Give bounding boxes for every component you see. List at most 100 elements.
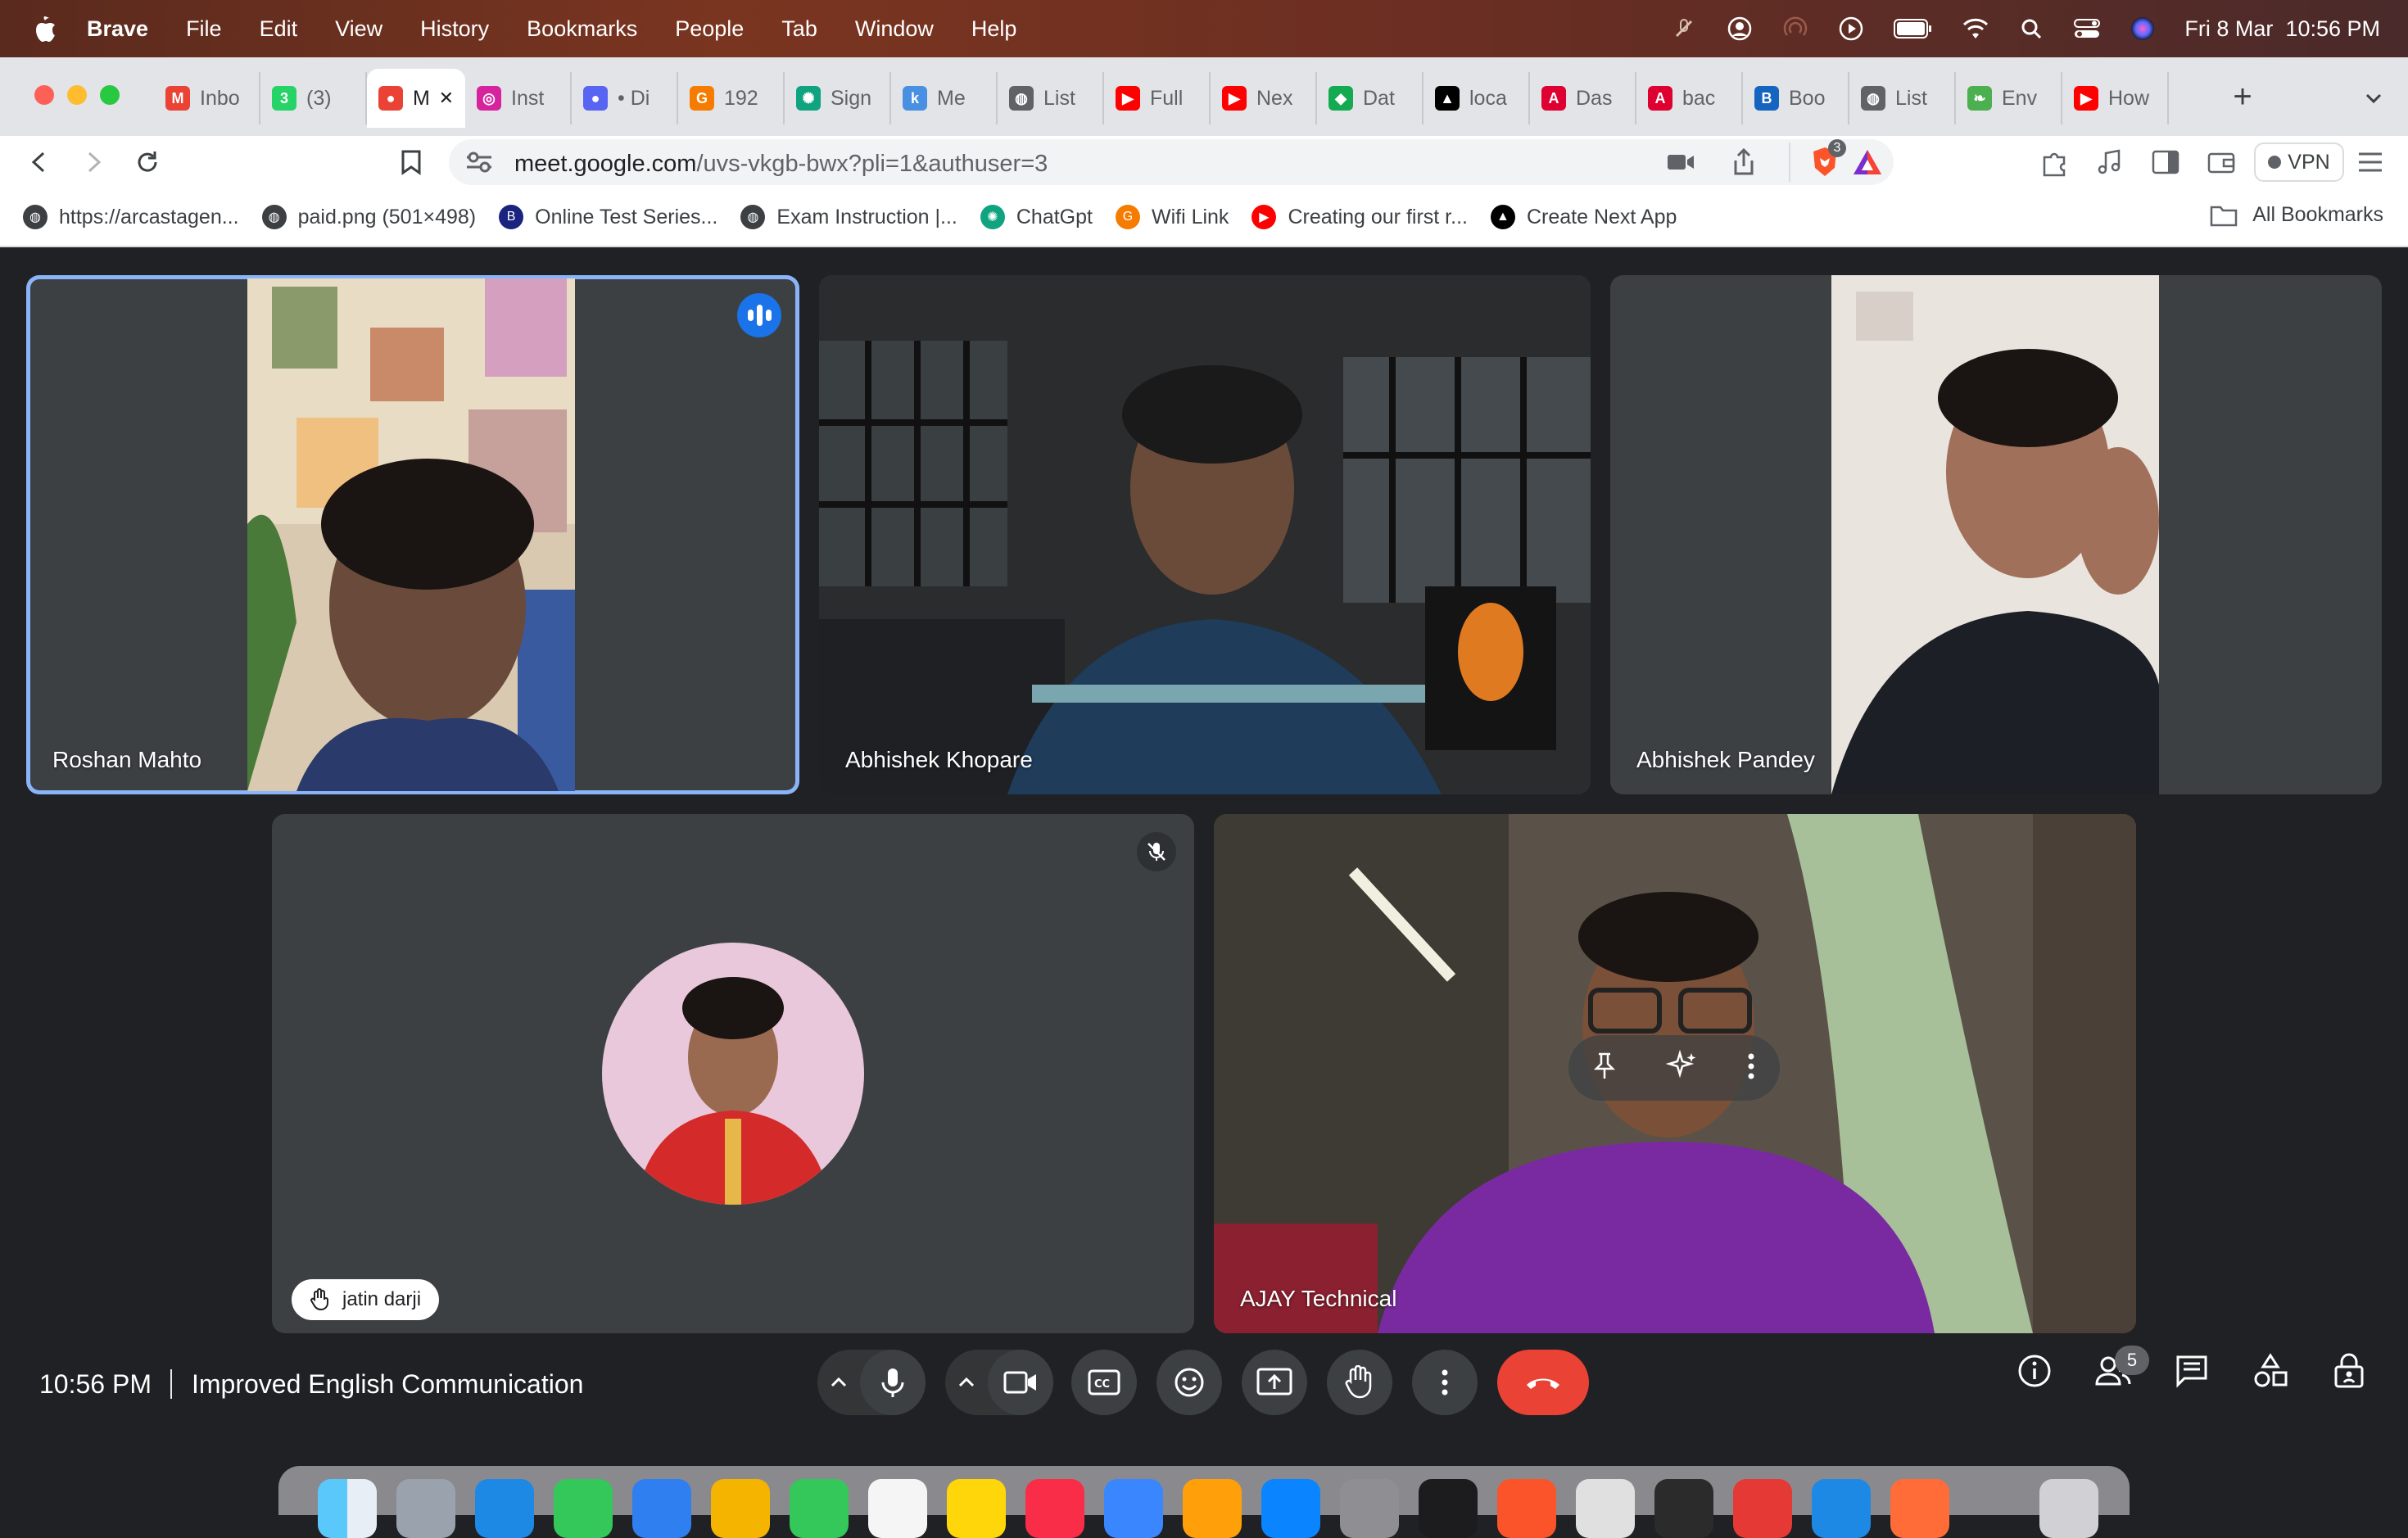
present-screen-button[interactable]: [1242, 1350, 1307, 1415]
tab-1[interactable]: 3 (3): [260, 72, 367, 124]
participant-tile-abhishek-pandey[interactable]: Abhishek Pandey: [1610, 275, 2382, 794]
visual-effects-icon[interactable]: [1665, 1049, 1698, 1087]
raise-hand-button[interactable]: [1327, 1350, 1392, 1415]
participant-tile-jatin-darji[interactable]: jatin darji: [272, 814, 1194, 1333]
tab-14[interactable]: Abac: [1636, 72, 1743, 124]
dock-app-calendar[interactable]: [868, 1479, 927, 1538]
tab-5[interactable]: G 192: [678, 72, 785, 124]
dock-app-mail[interactable]: [632, 1479, 691, 1538]
reactions-button[interactable]: [1156, 1350, 1222, 1415]
bookmark-item[interactable]: B Online Test Series...: [499, 205, 717, 229]
dock-app-notes[interactable]: [947, 1479, 1006, 1538]
more-options-button[interactable]: [1412, 1350, 1478, 1415]
bookmark-item[interactable]: ✺ ChatGpt: [980, 205, 1093, 229]
wifi-icon[interactable]: [1962, 15, 1989, 43]
menu-file[interactable]: File: [186, 16, 222, 42]
back-icon[interactable]: [21, 144, 57, 180]
control-center-icon[interactable]: [2073, 15, 2101, 43]
menu-edit[interactable]: Edit: [260, 16, 298, 42]
captions-button[interactable]: CC: [1071, 1350, 1137, 1415]
close-tab-icon[interactable]: ✕: [439, 88, 454, 109]
brave-rewards-icon[interactable]: [1851, 147, 1884, 181]
dock-app-vscode-blue[interactable]: [1812, 1479, 1871, 1538]
activities-icon[interactable]: [2251, 1351, 2290, 1391]
more-options-icon[interactable]: [1746, 1052, 1756, 1085]
menu-bookmarks[interactable]: Bookmarks: [527, 16, 637, 42]
dock-app-messages[interactable]: [554, 1479, 613, 1538]
dock-app-opera[interactable]: [1733, 1479, 1792, 1538]
tab-2[interactable]: ● M ✕: [367, 69, 465, 128]
main-menu-icon[interactable]: [2352, 144, 2388, 180]
bookmark-item[interactable]: G Wifi Link: [1115, 205, 1229, 229]
tab-10[interactable]: ▶ Nex: [1211, 72, 1317, 124]
microphone-button[interactable]: [860, 1350, 926, 1415]
participant-tile-ajay-technical[interactable]: AJAY Technical: [1214, 814, 2136, 1333]
tab-8[interactable]: ◍ List: [998, 72, 1104, 124]
tab-12[interactable]: ▲ loca: [1424, 72, 1530, 124]
share-icon[interactable]: [1731, 147, 1756, 181]
dock-app-facetime[interactable]: [790, 1479, 849, 1538]
apple-logo-icon[interactable]: [29, 13, 59, 44]
bookmark-star-icon[interactable]: [393, 144, 429, 180]
window-zoom-button[interactable]: [100, 85, 120, 105]
dock-app-keynote[interactable]: [1104, 1479, 1163, 1538]
tab-6[interactable]: ✺ Sign: [785, 72, 891, 124]
bookmark-item[interactable]: ◍ https://arcastagen...: [23, 205, 239, 229]
address-bar[interactable]: meet.google.com/uvs-vkgb-bwx?pli=1&authu…: [449, 139, 1894, 185]
tab-15[interactable]: B Boo: [1743, 72, 1849, 124]
tab-18[interactable]: ▶ How: [2062, 72, 2169, 124]
bookmark-item[interactable]: ◍ Exam Instruction |...: [740, 205, 957, 229]
mic-off-status-icon[interactable]: [1670, 15, 1698, 43]
dock-app-vscode[interactable]: [1654, 1479, 1713, 1538]
new-tab-button[interactable]: +: [2225, 79, 2261, 115]
menu-tab[interactable]: Tab: [781, 16, 817, 42]
dock-app-safari[interactable]: [475, 1479, 534, 1538]
dock-app-pages[interactable]: [1183, 1479, 1242, 1538]
forward-icon[interactable]: [75, 144, 111, 180]
media-icon[interactable]: [2092, 144, 2128, 180]
vpn-button[interactable]: VPN: [2254, 142, 2344, 182]
dock-app-trash[interactable]: [2039, 1479, 2098, 1538]
tab-3[interactable]: ◎ Inst: [465, 72, 572, 124]
wallet-icon[interactable]: [2203, 144, 2239, 180]
chat-icon[interactable]: [2172, 1351, 2211, 1391]
bookmark-item[interactable]: ▶ Creating our first r...: [1252, 205, 1468, 229]
dock-app-terminal[interactable]: [1419, 1479, 1478, 1538]
tab-17[interactable]: ❧ Env: [1956, 72, 2062, 124]
menu-history[interactable]: History: [420, 16, 489, 42]
tab-9[interactable]: ▶ Full: [1104, 72, 1211, 124]
host-controls-icon[interactable]: [2329, 1351, 2369, 1391]
dock-app-finder[interactable]: [318, 1479, 377, 1538]
battery-icon[interactable]: [1893, 15, 1934, 43]
menubar-datetime[interactable]: Fri 8 Mar 10:56 PM: [2184, 16, 2380, 42]
menu-help[interactable]: Help: [971, 16, 1017, 42]
now-playing-icon[interactable]: [1837, 15, 1865, 43]
menu-view[interactable]: View: [335, 16, 382, 42]
meeting-details-icon[interactable]: [2015, 1351, 2054, 1391]
tab-7[interactable]: k Me: [891, 72, 998, 124]
user-account-icon[interactable]: [1726, 15, 1754, 43]
menu-window[interactable]: Window: [855, 16, 934, 42]
tab-13[interactable]: A Das: [1530, 72, 1636, 124]
leave-call-button[interactable]: [1497, 1350, 1589, 1415]
window-minimize-button[interactable]: [67, 85, 87, 105]
tab-11[interactable]: ◆ Dat: [1317, 72, 1424, 124]
dock-app-brave[interactable]: [1497, 1479, 1556, 1538]
bookmark-item[interactable]: ◍ paid.png (501×498): [261, 205, 476, 229]
siri-icon[interactable]: [2129, 15, 2157, 43]
reload-icon[interactable]: [129, 144, 165, 180]
dock-app-files[interactable]: [1576, 1479, 1635, 1538]
airdrop-icon[interactable]: [1781, 15, 1809, 43]
dock-app-launchpad[interactable]: [396, 1479, 455, 1538]
tab-0[interactable]: M Inbo: [154, 72, 260, 124]
extensions-icon[interactable]: [2036, 144, 2072, 180]
participant-tile-abhishek-khopare[interactable]: Abhishek Khopare: [819, 275, 1591, 794]
audio-options-chevron-icon[interactable]: [827, 1371, 853, 1397]
participant-tile-roshan-mahto[interactable]: Roshan Mahto: [26, 275, 799, 794]
video-options-chevron-icon[interactable]: [955, 1371, 981, 1397]
url-text[interactable]: meet.google.com/uvs-vkgb-bwx?pli=1&authu…: [514, 151, 1048, 178]
dock-app-postman[interactable]: [1890, 1479, 1949, 1538]
pin-icon[interactable]: [1592, 1052, 1617, 1085]
sidebar-icon[interactable]: [2148, 144, 2184, 180]
tab-search-icon[interactable]: [2357, 82, 2390, 115]
